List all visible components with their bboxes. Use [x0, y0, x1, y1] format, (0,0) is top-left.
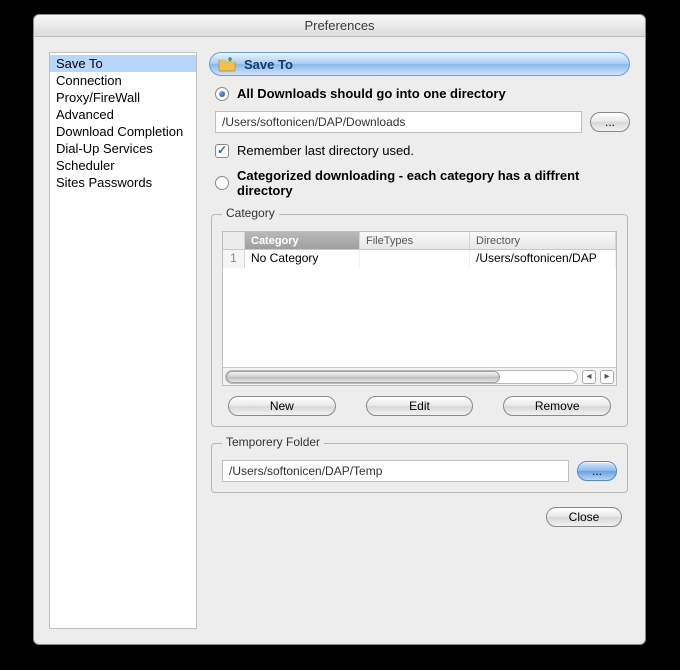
folder-icon — [218, 56, 236, 72]
checkbox-remember-last-dir[interactable]: Remember last directory used. — [209, 143, 630, 158]
close-button[interactable]: Close — [546, 507, 622, 527]
category-table: Category FileTypes Directory 1 No Catego… — [222, 231, 617, 386]
horizontal-scrollbar[interactable]: ◂ ▸ — [223, 367, 616, 385]
checkbox-remember-label: Remember last directory used. — [237, 143, 414, 158]
content-area: Save To Connection Proxy/FireWall Advanc… — [34, 37, 645, 644]
scrollbar-track[interactable] — [225, 370, 578, 384]
sidebar-item-save-to[interactable]: Save To — [50, 55, 196, 72]
col-header-filetypes[interactable]: FileTypes — [360, 232, 470, 249]
radio-icon — [215, 176, 229, 190]
sidebar-item-label: Download Completion — [56, 124, 183, 139]
section-header: Save To — [209, 52, 630, 76]
temporary-folder-legend: Temporery Folder — [222, 435, 324, 449]
edit-category-button[interactable]: Edit — [366, 396, 474, 416]
browse-download-path-button[interactable]: ... — [590, 112, 630, 132]
cell-directory: /Users/softonicen/DAP — [470, 250, 616, 268]
new-category-button[interactable]: New — [228, 396, 336, 416]
radio-categorized-label: Categorized downloading - each category … — [237, 168, 630, 198]
browse-temp-path-button[interactable]: ... — [577, 461, 617, 481]
sidebar-item-label: Sites Passwords — [56, 175, 152, 190]
table-row[interactable]: 1 No Category /Users/softonicen/DAP — [223, 250, 616, 268]
preferences-window: Preferences Save To Connection Proxy/Fir… — [33, 14, 646, 645]
radio-icon — [215, 87, 229, 101]
col-header-category[interactable]: Category — [245, 232, 360, 249]
sidebar-item-sites-passwords[interactable]: Sites Passwords — [50, 174, 196, 191]
temp-path-input[interactable]: /Users/softonicen/DAP/Temp — [222, 460, 569, 482]
window-title: Preferences — [34, 15, 645, 37]
radio-single-directory[interactable]: All Downloads should go into one directo… — [209, 86, 630, 101]
sidebar-item-download-completion[interactable]: Download Completion — [50, 123, 196, 140]
cell-filetypes — [360, 250, 470, 268]
scroll-right-button[interactable]: ▸ — [600, 370, 614, 384]
remove-category-button[interactable]: Remove — [503, 396, 611, 416]
sidebar-item-label: Advanced — [56, 107, 114, 122]
category-legend: Category — [222, 206, 279, 220]
sidebar-item-dial-up[interactable]: Dial-Up Services — [50, 140, 196, 157]
scrollbar-thumb[interactable] — [226, 371, 500, 383]
sidebar-item-scheduler[interactable]: Scheduler — [50, 157, 196, 174]
radio-categorized[interactable]: Categorized downloading - each category … — [209, 168, 630, 198]
sidebar-item-label: Save To — [56, 56, 103, 71]
table-header: Category FileTypes Directory — [223, 232, 616, 250]
sidebar-item-label: Connection — [56, 73, 122, 88]
cell-category: No Category — [245, 250, 360, 268]
checkbox-icon — [215, 144, 229, 158]
radio-single-directory-label: All Downloads should go into one directo… — [237, 86, 506, 101]
sidebar-item-advanced[interactable]: Advanced — [50, 106, 196, 123]
sidebar-item-proxy-firewall[interactable]: Proxy/FireWall — [50, 89, 196, 106]
sidebar-item-label: Proxy/FireWall — [56, 90, 140, 105]
sidebar-item-label: Dial-Up Services — [56, 141, 153, 156]
table-body: 1 No Category /Users/softonicen/DAP — [223, 250, 616, 367]
col-header-num[interactable] — [223, 232, 245, 249]
main-panel: Save To All Downloads should go into one… — [209, 52, 630, 629]
category-groupbox: Category Category FileTypes Directory 1 … — [211, 214, 628, 427]
sidebar: Save To Connection Proxy/FireWall Advanc… — [49, 52, 197, 629]
cell-num: 1 — [223, 250, 245, 268]
sidebar-item-label: Scheduler — [56, 158, 115, 173]
scroll-left-button[interactable]: ◂ — [582, 370, 596, 384]
col-header-directory[interactable]: Directory — [470, 232, 616, 249]
sidebar-item-connection[interactable]: Connection — [50, 72, 196, 89]
download-path-input[interactable]: /Users/softonicen/DAP/Downloads — [215, 111, 582, 133]
section-title: Save To — [244, 57, 293, 72]
temporary-folder-groupbox: Temporery Folder /Users/softonicen/DAP/T… — [211, 443, 628, 493]
